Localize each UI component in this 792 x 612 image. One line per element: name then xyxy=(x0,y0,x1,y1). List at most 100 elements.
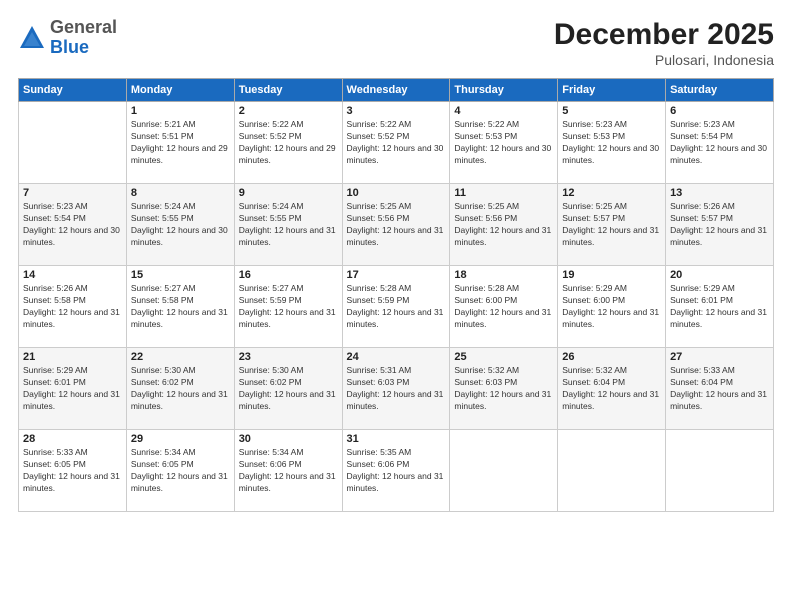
cell-info: Sunrise: 5:32 AMSunset: 6:03 PMDaylight:… xyxy=(454,365,553,413)
cell-info: Sunrise: 5:21 AMSunset: 5:51 PMDaylight:… xyxy=(131,119,230,167)
day-number: 29 xyxy=(131,433,230,445)
cell-3-5: 26 Sunrise: 5:32 AMSunset: 6:04 PMDaylig… xyxy=(558,348,666,430)
cell-0-3: 3 Sunrise: 5:22 AMSunset: 5:52 PMDayligh… xyxy=(342,102,450,184)
cell-info: Sunrise: 5:29 AMSunset: 6:01 PMDaylight:… xyxy=(23,365,122,413)
cell-info: Sunrise: 5:28 AMSunset: 6:00 PMDaylight:… xyxy=(454,283,553,331)
header-row: Sunday Monday Tuesday Wednesday Thursday… xyxy=(19,79,774,102)
logo-general: General xyxy=(50,17,117,37)
cell-3-2: 23 Sunrise: 5:30 AMSunset: 6:02 PMDaylig… xyxy=(234,348,342,430)
location-subtitle: Pulosari, Indonesia xyxy=(554,52,774,68)
day-number: 19 xyxy=(562,269,661,281)
day-number: 21 xyxy=(23,351,122,363)
day-number: 1 xyxy=(131,105,230,117)
col-thursday: Thursday xyxy=(450,79,558,102)
cell-info: Sunrise: 5:34 AMSunset: 6:06 PMDaylight:… xyxy=(239,447,338,495)
cell-2-3: 17 Sunrise: 5:28 AMSunset: 5:59 PMDaylig… xyxy=(342,266,450,348)
cell-2-5: 19 Sunrise: 5:29 AMSunset: 6:00 PMDaylig… xyxy=(558,266,666,348)
cell-1-5: 12 Sunrise: 5:25 AMSunset: 5:57 PMDaylig… xyxy=(558,184,666,266)
cell-0-6: 6 Sunrise: 5:23 AMSunset: 5:54 PMDayligh… xyxy=(666,102,774,184)
cell-info: Sunrise: 5:23 AMSunset: 5:54 PMDaylight:… xyxy=(23,201,122,249)
title-block: December 2025 Pulosari, Indonesia xyxy=(554,18,774,68)
cell-info: Sunrise: 5:22 AMSunset: 5:53 PMDaylight:… xyxy=(454,119,553,167)
cell-3-3: 24 Sunrise: 5:31 AMSunset: 6:03 PMDaylig… xyxy=(342,348,450,430)
cell-4-4 xyxy=(450,430,558,512)
cell-info: Sunrise: 5:33 AMSunset: 6:05 PMDaylight:… xyxy=(23,447,122,495)
day-number: 13 xyxy=(670,187,769,199)
day-number: 23 xyxy=(239,351,338,363)
header: General Blue December 2025 Pulosari, Ind… xyxy=(18,18,774,68)
cell-0-2: 2 Sunrise: 5:22 AMSunset: 5:52 PMDayligh… xyxy=(234,102,342,184)
day-number: 8 xyxy=(131,187,230,199)
day-number: 28 xyxy=(23,433,122,445)
col-tuesday: Tuesday xyxy=(234,79,342,102)
day-number: 25 xyxy=(454,351,553,363)
logo-icon xyxy=(18,24,46,52)
day-number: 30 xyxy=(239,433,338,445)
calendar-table: Sunday Monday Tuesday Wednesday Thursday… xyxy=(18,78,774,512)
cell-info: Sunrise: 5:28 AMSunset: 5:59 PMDaylight:… xyxy=(347,283,446,331)
cell-info: Sunrise: 5:33 AMSunset: 6:04 PMDaylight:… xyxy=(670,365,769,413)
day-number: 17 xyxy=(347,269,446,281)
cell-3-0: 21 Sunrise: 5:29 AMSunset: 6:01 PMDaylig… xyxy=(19,348,127,430)
cell-1-1: 8 Sunrise: 5:24 AMSunset: 5:55 PMDayligh… xyxy=(126,184,234,266)
day-number: 16 xyxy=(239,269,338,281)
cell-info: Sunrise: 5:27 AMSunset: 5:58 PMDaylight:… xyxy=(131,283,230,331)
cell-3-1: 22 Sunrise: 5:30 AMSunset: 6:02 PMDaylig… xyxy=(126,348,234,430)
cell-info: Sunrise: 5:26 AMSunset: 5:57 PMDaylight:… xyxy=(670,201,769,249)
cell-1-0: 7 Sunrise: 5:23 AMSunset: 5:54 PMDayligh… xyxy=(19,184,127,266)
week-row-2: 14 Sunrise: 5:26 AMSunset: 5:58 PMDaylig… xyxy=(19,266,774,348)
cell-info: Sunrise: 5:25 AMSunset: 5:56 PMDaylight:… xyxy=(454,201,553,249)
cell-info: Sunrise: 5:29 AMSunset: 6:01 PMDaylight:… xyxy=(670,283,769,331)
cell-3-6: 27 Sunrise: 5:33 AMSunset: 6:04 PMDaylig… xyxy=(666,348,774,430)
cell-2-1: 15 Sunrise: 5:27 AMSunset: 5:58 PMDaylig… xyxy=(126,266,234,348)
cell-info: Sunrise: 5:24 AMSunset: 5:55 PMDaylight:… xyxy=(131,201,230,249)
week-row-4: 28 Sunrise: 5:33 AMSunset: 6:05 PMDaylig… xyxy=(19,430,774,512)
day-number: 3 xyxy=(347,105,446,117)
cell-info: Sunrise: 5:24 AMSunset: 5:55 PMDaylight:… xyxy=(239,201,338,249)
cell-4-0: 28 Sunrise: 5:33 AMSunset: 6:05 PMDaylig… xyxy=(19,430,127,512)
col-saturday: Saturday xyxy=(666,79,774,102)
day-number: 12 xyxy=(562,187,661,199)
cell-info: Sunrise: 5:35 AMSunset: 6:06 PMDaylight:… xyxy=(347,447,446,495)
cell-0-1: 1 Sunrise: 5:21 AMSunset: 5:51 PMDayligh… xyxy=(126,102,234,184)
cell-4-5 xyxy=(558,430,666,512)
cell-info: Sunrise: 5:34 AMSunset: 6:05 PMDaylight:… xyxy=(131,447,230,495)
cell-0-0 xyxy=(19,102,127,184)
day-number: 24 xyxy=(347,351,446,363)
cell-3-4: 25 Sunrise: 5:32 AMSunset: 6:03 PMDaylig… xyxy=(450,348,558,430)
col-monday: Monday xyxy=(126,79,234,102)
day-number: 18 xyxy=(454,269,553,281)
day-number: 14 xyxy=(23,269,122,281)
day-number: 11 xyxy=(454,187,553,199)
cell-2-2: 16 Sunrise: 5:27 AMSunset: 5:59 PMDaylig… xyxy=(234,266,342,348)
day-number: 6 xyxy=(670,105,769,117)
cell-info: Sunrise: 5:25 AMSunset: 5:56 PMDaylight:… xyxy=(347,201,446,249)
day-number: 22 xyxy=(131,351,230,363)
cell-0-5: 5 Sunrise: 5:23 AMSunset: 5:53 PMDayligh… xyxy=(558,102,666,184)
cell-2-0: 14 Sunrise: 5:26 AMSunset: 5:58 PMDaylig… xyxy=(19,266,127,348)
cell-2-6: 20 Sunrise: 5:29 AMSunset: 6:01 PMDaylig… xyxy=(666,266,774,348)
cell-info: Sunrise: 5:32 AMSunset: 6:04 PMDaylight:… xyxy=(562,365,661,413)
cell-1-2: 9 Sunrise: 5:24 AMSunset: 5:55 PMDayligh… xyxy=(234,184,342,266)
cell-1-6: 13 Sunrise: 5:26 AMSunset: 5:57 PMDaylig… xyxy=(666,184,774,266)
logo-blue: Blue xyxy=(50,37,89,57)
day-number: 27 xyxy=(670,351,769,363)
cell-info: Sunrise: 5:25 AMSunset: 5:57 PMDaylight:… xyxy=(562,201,661,249)
cell-2-4: 18 Sunrise: 5:28 AMSunset: 6:00 PMDaylig… xyxy=(450,266,558,348)
day-number: 7 xyxy=(23,187,122,199)
cell-info: Sunrise: 5:22 AMSunset: 5:52 PMDaylight:… xyxy=(239,119,338,167)
day-number: 31 xyxy=(347,433,446,445)
day-number: 20 xyxy=(670,269,769,281)
logo: General Blue xyxy=(18,18,117,58)
cell-4-1: 29 Sunrise: 5:34 AMSunset: 6:05 PMDaylig… xyxy=(126,430,234,512)
day-number: 15 xyxy=(131,269,230,281)
cell-info: Sunrise: 5:26 AMSunset: 5:58 PMDaylight:… xyxy=(23,283,122,331)
cell-1-4: 11 Sunrise: 5:25 AMSunset: 5:56 PMDaylig… xyxy=(450,184,558,266)
week-row-3: 21 Sunrise: 5:29 AMSunset: 6:01 PMDaylig… xyxy=(19,348,774,430)
cell-info: Sunrise: 5:29 AMSunset: 6:00 PMDaylight:… xyxy=(562,283,661,331)
cell-info: Sunrise: 5:30 AMSunset: 6:02 PMDaylight:… xyxy=(239,365,338,413)
cell-4-6 xyxy=(666,430,774,512)
col-wednesday: Wednesday xyxy=(342,79,450,102)
col-friday: Friday xyxy=(558,79,666,102)
day-number: 5 xyxy=(562,105,661,117)
